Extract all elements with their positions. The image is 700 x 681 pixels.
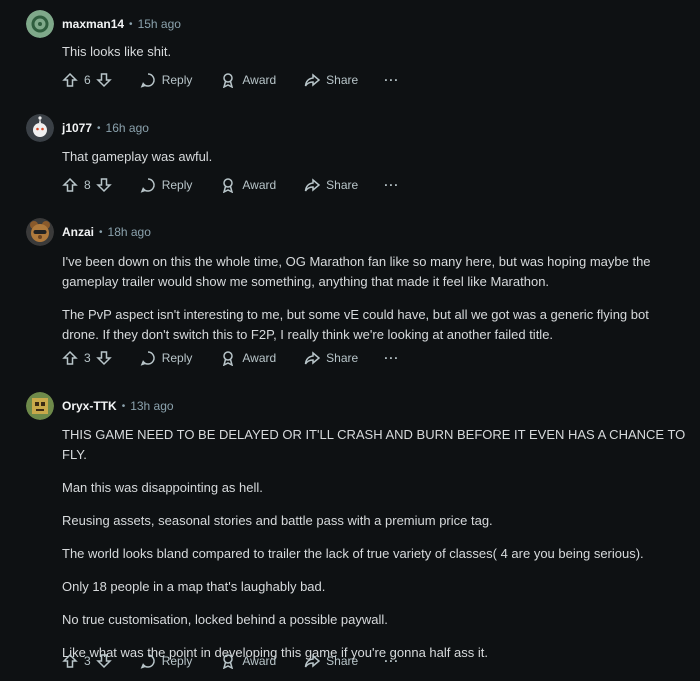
separator-dot: •: [121, 400, 126, 412]
comment-text: Reusing assets, seasonal stories and bat…: [62, 513, 493, 528]
comment-header: Oryx-TTK • 13h ago: [26, 392, 174, 420]
username[interactable]: Oryx-TTK: [62, 399, 117, 413]
vote-count: 3: [84, 351, 91, 365]
separator-dot: •: [129, 18, 133, 30]
reply-button[interactable]: Reply: [140, 177, 193, 193]
share-button[interactable]: Share: [304, 177, 358, 193]
username[interactable]: Anzai: [62, 225, 94, 239]
award-button[interactable]: Award: [220, 72, 276, 88]
award-label: Award: [242, 178, 277, 192]
share-icon: [304, 178, 321, 192]
award-button[interactable]: Award: [220, 653, 276, 669]
avatar[interactable]: [26, 392, 54, 420]
share-icon: [304, 351, 321, 365]
avatar[interactable]: [26, 218, 54, 246]
award-icon: [223, 654, 234, 669]
vote-count: 8: [84, 178, 91, 192]
upvote-icon[interactable]: [62, 177, 78, 193]
vote-control: 3: [62, 350, 112, 366]
comment-text: The world looks bland compared to traile…: [62, 546, 644, 561]
share-button[interactable]: Share: [304, 350, 358, 366]
reply-button[interactable]: Reply: [140, 653, 193, 669]
avatar[interactable]: [26, 114, 54, 142]
vote-control: 8: [62, 177, 112, 193]
award-icon: [223, 73, 234, 88]
reply-label: Reply: [161, 654, 193, 668]
reply-button[interactable]: Reply: [140, 350, 193, 366]
award-button[interactable]: Award: [220, 350, 276, 366]
reply-label: Reply: [161, 351, 193, 365]
share-icon: [304, 654, 321, 668]
separator-dot: •: [97, 122, 101, 134]
reply-label: Reply: [161, 73, 193, 87]
more-options-button[interactable]: ···: [384, 654, 399, 668]
comment-text: That gameplay was awful.: [62, 149, 213, 164]
upvote-icon[interactable]: [62, 72, 78, 88]
reply-icon: [140, 73, 155, 88]
vote-count: 3: [84, 654, 91, 668]
reply-label: Reply: [161, 178, 193, 192]
username[interactable]: j1077: [62, 121, 92, 135]
action-bar: 3 Reply Award Share ···: [62, 346, 399, 370]
comment-text: The PvP aspect isn't interesting to me, …: [62, 307, 649, 342]
award-icon: [223, 178, 234, 193]
comment-body: I've been down on this the whole time, O…: [62, 252, 686, 358]
upvote-icon[interactable]: [62, 350, 78, 366]
vote-control: 6: [62, 72, 112, 88]
reply-icon: [140, 178, 155, 193]
award-label: Award: [242, 351, 277, 365]
more-options-button[interactable]: ···: [384, 351, 399, 365]
comment-header: Anzai • 18h ago: [26, 218, 151, 246]
separator-dot: •: [99, 226, 103, 238]
comment-text: This looks like shit.: [62, 44, 172, 59]
timestamp[interactable]: 16h ago: [106, 121, 149, 135]
action-bar: 8 Reply Award Share ···: [62, 173, 399, 197]
timestamp[interactable]: 15h ago: [138, 17, 181, 31]
action-bar: 3 Reply Award Share ···: [62, 649, 399, 673]
comment-body: THIS GAME NEED TO BE DELAYED OR IT'LL CR…: [62, 425, 686, 676]
share-label: Share: [326, 654, 359, 668]
reply-button[interactable]: Reply: [140, 72, 193, 88]
share-button[interactable]: Share: [304, 72, 358, 88]
comment-header: maxman14 • 15h ago: [26, 10, 181, 38]
action-bar: 6 Reply Award Share ···: [62, 68, 399, 92]
reply-icon: [140, 351, 155, 366]
timestamp[interactable]: 18h ago: [108, 225, 151, 239]
avatar[interactable]: [26, 10, 54, 38]
vote-count: 6: [84, 73, 91, 87]
downvote-icon[interactable]: [95, 350, 112, 366]
timestamp[interactable]: 13h ago: [130, 399, 173, 413]
share-label: Share: [326, 178, 359, 192]
award-label: Award: [242, 73, 277, 87]
comment-text: No true customisation, locked behind a p…: [62, 612, 388, 627]
comment-text: THIS GAME NEED TO BE DELAYED OR IT'LL CR…: [62, 427, 686, 462]
award-label: Award: [242, 654, 277, 668]
share-label: Share: [326, 73, 359, 87]
comment-header: j1077 • 16h ago: [26, 114, 149, 142]
comment-text: Man this was disappointing as hell.: [62, 480, 263, 495]
award-icon: [223, 351, 234, 366]
share-label: Share: [326, 351, 359, 365]
comment-text: I've been down on this the whole time, O…: [62, 254, 651, 289]
downvote-icon[interactable]: [95, 177, 112, 193]
upvote-icon[interactable]: [62, 653, 78, 669]
username[interactable]: maxman14: [62, 17, 124, 31]
share-icon: [304, 73, 321, 87]
downvote-icon[interactable]: [95, 72, 112, 88]
more-options-button[interactable]: ···: [384, 178, 399, 192]
share-button[interactable]: Share: [304, 653, 358, 669]
comment-text: Only 18 people in a map that's laughably…: [62, 579, 326, 594]
reply-icon: [140, 654, 155, 669]
award-button[interactable]: Award: [220, 177, 276, 193]
vote-control: 3: [62, 653, 112, 669]
downvote-icon[interactable]: [95, 653, 112, 669]
more-options-button[interactable]: ···: [384, 73, 399, 87]
